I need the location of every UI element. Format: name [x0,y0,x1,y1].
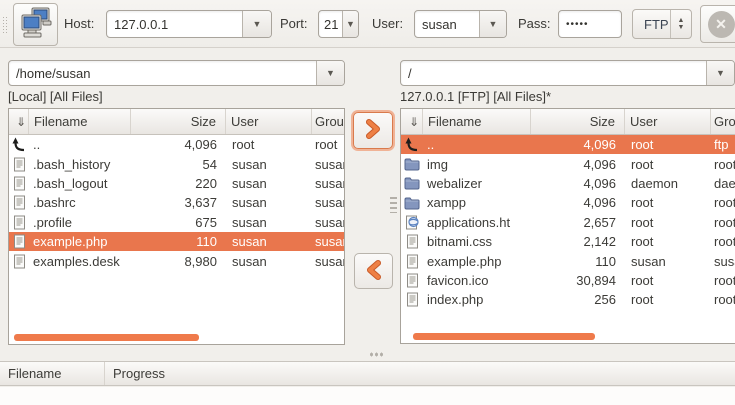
file-row[interactable]: favicon.ico 30,894 root root [401,271,735,290]
bottom-splitter-handle[interactable] [369,351,385,358]
up-directory-icon [401,137,423,152]
folder-icon [401,196,423,210]
host-value: 127.0.0.1 [107,17,168,32]
remote-rows: .. 4,096 root ftp img 4,096 root root we… [401,135,735,310]
web-file-icon [401,215,423,230]
text-file-icon [9,254,29,269]
local-file-list: ⇓ Filename Size User Group .. 4,096 root… [8,108,345,345]
port-combo[interactable]: 21 ▼ [318,10,359,38]
chevron-down-icon[interactable]: ▼ [342,11,358,37]
remote-file-list: ⇓ Filename Size User Group .. 4,096 root… [400,108,735,344]
port-value: 21 [319,17,338,32]
local-path-combo[interactable]: /home/susan ▼ [8,60,345,86]
file-row[interactable]: .bash_logout 220 susan susan [9,174,344,193]
transfer-queue-header: Filename Progress [0,361,735,386]
transfer-queue-list[interactable] [0,387,735,405]
toolbar-grip[interactable] [2,16,7,33]
sort-descending-icon: ⇓ [16,115,26,129]
folder-icon [401,176,423,190]
connect-button[interactable] [13,3,58,46]
stop-button: ✕ [700,5,735,43]
chevron-right-icon [364,119,382,142]
stop-icon: ✕ [708,11,735,38]
file-row[interactable]: .. 4,096 root root [9,135,344,154]
text-file-icon [401,292,423,307]
text-file-icon [9,234,29,249]
file-row[interactable]: example.php 110 susan susan [401,251,735,270]
file-row[interactable]: .bash_history 54 susan susan [9,154,344,173]
protocol-selector[interactable]: FTP ▲▼ [632,9,692,39]
text-file-icon [9,176,29,191]
horizontal-scrollbar-thumb[interactable] [14,334,199,341]
local-path-value: /home/susan [9,66,90,81]
remote-path-value: / [401,66,412,81]
group-column-header[interactable]: Group [312,109,344,134]
local-status-label: [Local] [All Files] [8,89,103,104]
sort-descending-icon: ⇓ [409,115,419,129]
file-row[interactable]: .. 4,096 root ftp [401,135,735,154]
remote-list-header: ⇓ Filename Size User Group [401,109,735,135]
size-column-header[interactable]: Size [531,109,625,134]
user-column-header[interactable]: User [226,109,312,134]
chevron-down-icon[interactable]: ▼ [479,11,506,37]
file-row[interactable]: applications.ht 2,657 root root [401,213,735,232]
transfer-left-button[interactable] [354,253,393,289]
user-value: susan [415,17,457,32]
folder-icon [401,157,423,171]
sort-column-header[interactable]: ⇓ [9,109,29,134]
up-directory-icon [9,137,29,152]
queue-progress-column-header[interactable]: Progress [105,366,165,381]
file-row[interactable]: .profile 675 susan susan [9,213,344,232]
host-label: Host: [64,16,94,31]
password-field[interactable]: ••••• [558,10,622,38]
text-file-icon [9,157,29,172]
file-row[interactable]: img 4,096 root root [401,154,735,173]
chevron-down-icon[interactable]: ▼ [242,11,271,37]
text-file-icon [401,234,423,249]
file-row[interactable]: example.php 110 susan susan [9,232,344,251]
transfer-right-button[interactable] [353,112,393,149]
group-column-header[interactable]: Group [711,109,735,134]
filename-column-header[interactable]: Filename [29,109,131,134]
port-label: Port: [280,16,307,31]
size-column-header[interactable]: Size [131,109,226,134]
text-file-icon [9,215,29,230]
file-row[interactable]: index.php 256 root root [401,290,735,309]
chevron-down-icon[interactable]: ▼ [706,61,734,85]
local-list-header: ⇓ Filename Size User Group [9,109,344,135]
text-file-icon [401,254,423,269]
text-file-icon [401,273,423,288]
toolbar: Host: 127.0.0.1 ▼ Port: 21 ▼ User: susan… [0,0,735,48]
file-row[interactable]: bitnami.css 2,142 root root [401,232,735,251]
remote-status-label: 127.0.0.1 [FTP] [All Files]* [400,89,551,104]
user-combo[interactable]: susan ▼ [414,10,507,38]
spinner-arrows-icon[interactable]: ▲▼ [670,10,691,38]
chevron-left-icon [365,260,383,283]
password-value: ••••• [559,19,589,30]
sort-column-header[interactable]: ⇓ [401,109,423,134]
remote-path-combo[interactable]: / ▼ [400,60,735,86]
user-label: User: [372,16,403,31]
chevron-down-icon[interactable]: ▼ [316,61,344,85]
file-row[interactable]: xampp 4,096 root root [401,193,735,212]
user-column-header[interactable]: User [625,109,711,134]
host-combo[interactable]: 127.0.0.1 ▼ [106,10,272,38]
text-file-icon [9,195,29,210]
file-row[interactable]: examples.desk 8,980 susan susan [9,251,344,270]
file-row[interactable]: webalizer 4,096 daemon daemon [401,174,735,193]
pane-splitter-handle[interactable] [390,197,397,213]
local-rows: .. 4,096 root root .bash_history 54 susa… [9,135,344,271]
queue-filename-column-header[interactable]: Filename [0,362,105,385]
filename-column-header[interactable]: Filename [423,109,531,134]
file-row[interactable]: .bashrc 3,637 susan susan [9,193,344,212]
pass-label: Pass: [518,16,551,31]
connect-computers-icon [19,6,53,43]
protocol-value: FTP [633,17,669,32]
horizontal-scrollbar-thumb[interactable] [413,333,595,340]
